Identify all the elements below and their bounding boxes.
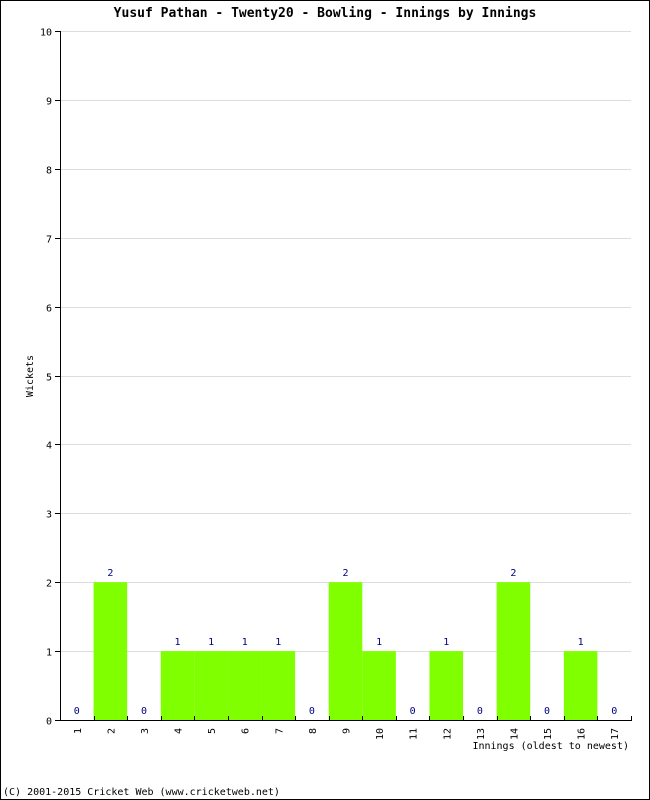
- data-label: 1: [376, 637, 382, 648]
- x-tick-label: 10: [375, 728, 386, 740]
- y-tick-label: 9: [46, 97, 52, 108]
- bar: [563, 651, 598, 720]
- data-label: 2: [510, 568, 516, 579]
- y-tick-label: 1: [46, 648, 52, 659]
- bar-chart: Yusuf Pathan - Twenty20 - Bowling - Inni…: [3, 6, 632, 798]
- data-label: 2: [107, 568, 113, 579]
- y-tick-label: 10: [40, 28, 52, 39]
- x-tick-label: 16: [577, 728, 588, 740]
- bar: [429, 651, 464, 720]
- data-label: 0: [410, 706, 416, 717]
- y-tick-label: 6: [46, 304, 52, 315]
- x-tick-label: 15: [543, 728, 554, 740]
- x-tick-label: 14: [509, 728, 520, 740]
- x-tick-label: 13: [476, 728, 487, 740]
- y-tick-label: 8: [46, 166, 52, 177]
- bar: [362, 651, 396, 720]
- bar: [261, 651, 296, 720]
- data-label: 1: [242, 637, 248, 648]
- bar: [160, 651, 195, 720]
- y-tick-label: 7: [46, 235, 52, 246]
- data-label: 0: [141, 706, 147, 717]
- y-tick-label: 0: [46, 717, 52, 728]
- x-axis-label: Innings (oldest to newest): [472, 741, 629, 752]
- grid-lines: [60, 31, 631, 652]
- x-tick-label: 8: [308, 728, 319, 734]
- data-label: 0: [309, 706, 315, 717]
- copyright-footer: (C) 2001-2015 Cricket Web (www.cricketwe…: [3, 787, 280, 798]
- bar: [328, 582, 363, 720]
- data-label: 0: [74, 706, 80, 717]
- bar: [227, 651, 262, 720]
- x-tick-label: 7: [274, 728, 285, 734]
- y-tick-label: 2: [46, 579, 52, 590]
- bar: [194, 651, 228, 720]
- x-tick-label: 2: [106, 728, 117, 734]
- y-tick-label: 3: [46, 510, 52, 521]
- data-label: 1: [175, 637, 181, 648]
- data-label: 0: [544, 706, 550, 717]
- x-tick-label: 1: [73, 728, 84, 734]
- bar: [93, 582, 128, 720]
- x-tick-label: 5: [207, 728, 218, 734]
- data-label: 1: [208, 637, 214, 648]
- bars: [93, 582, 598, 720]
- data-label: 2: [342, 568, 348, 579]
- data-label: 1: [578, 637, 584, 648]
- data-label: 1: [443, 637, 449, 648]
- y-tick-label: 5: [46, 373, 52, 384]
- bar: [496, 582, 531, 720]
- data-label: 1: [275, 637, 281, 648]
- y-axis-label: Wickets: [25, 355, 36, 397]
- x-tick-label: 3: [140, 728, 151, 734]
- x-tick-label: 9: [342, 728, 353, 734]
- data-label: 0: [611, 706, 617, 717]
- x-tick-label: 12: [442, 728, 453, 740]
- data-label: 0: [477, 706, 483, 717]
- x-tick-label: 4: [174, 728, 185, 734]
- chart-title: Yusuf Pathan - Twenty20 - Bowling - Inni…: [114, 6, 537, 21]
- y-axis: 0 1 2 3 4 5 6 7 8 9 10: [40, 28, 61, 728]
- y-tick-label: 4: [46, 441, 52, 452]
- x-tick-label: 17: [610, 728, 621, 740]
- x-tick-label: 6: [241, 728, 252, 734]
- x-tick-label: 11: [409, 728, 420, 740]
